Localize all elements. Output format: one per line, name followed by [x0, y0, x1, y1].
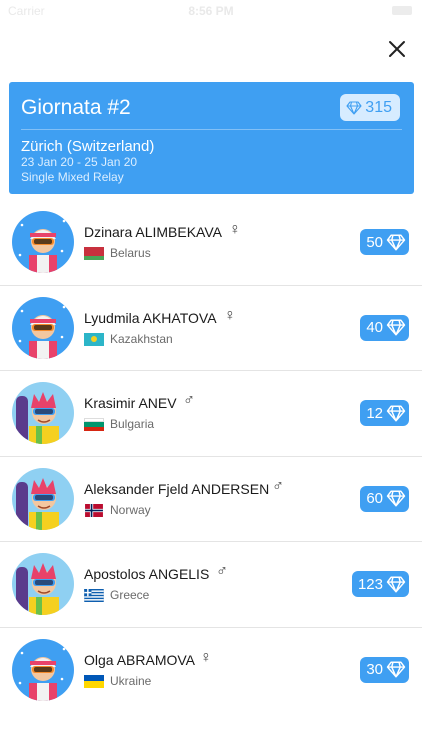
points-value: 30	[366, 661, 383, 678]
points-value: 60	[366, 490, 383, 507]
avatar	[12, 553, 74, 615]
close-button[interactable]	[384, 36, 410, 62]
athlete-name: Olga ABRAMOVA	[84, 651, 196, 668]
event-gems-value: 315	[365, 98, 392, 116]
flag-icon	[84, 503, 104, 517]
athlete-row[interactable]: Lyudmila AKHATOVA ♀ Kazakhstan 40	[0, 286, 422, 371]
male-symbol-icon: ♂	[183, 392, 195, 409]
athlete-name: Lyudmila AKHATOVA	[84, 309, 217, 326]
points-badge[interactable]: 40	[360, 314, 409, 341]
athlete-row[interactable]: Aleksander Fjeld ANDERSEN ♂ Norway 60	[0, 457, 422, 542]
event-divider	[21, 129, 402, 130]
event-title: Giornata #2	[21, 96, 131, 119]
event-dates: 23 Jan 20 - 25 Jan 20	[21, 155, 138, 169]
diamond-icon	[386, 575, 406, 593]
flag-icon	[84, 674, 104, 688]
diamond-icon	[386, 661, 406, 678]
athlete-name: Krasimir ANEV	[84, 395, 177, 411]
points-value: 12	[366, 404, 383, 422]
avatar	[12, 467, 74, 530]
male-symbol-icon: ♂	[272, 477, 284, 495]
athlete-country: Kazakhstan	[110, 331, 173, 346]
diamond-icon	[386, 404, 406, 422]
avatar	[12, 296, 74, 359]
athlete-country: Greece	[110, 588, 150, 602]
athlete-row[interactable]: Krasimir ANEV ♂ Bulgaria 12	[0, 371, 422, 457]
event-card: Giornata #2 315 Zürich (Switzerland) 23 …	[9, 82, 414, 194]
points-value: 50	[366, 233, 383, 251]
points-badge[interactable]: 12	[360, 400, 409, 426]
athlete-country: Belarus	[110, 246, 151, 260]
event-gems-badge: 315	[340, 94, 400, 121]
flag-icon	[84, 589, 104, 602]
diamond-icon	[386, 319, 406, 336]
points-badge[interactable]: 123	[351, 571, 409, 597]
status-time: 8:56 PM	[188, 4, 234, 18]
athlete-country: Bulgaria	[110, 417, 155, 431]
status-bar: Carrier 8:56 PM	[0, 0, 422, 22]
athlete-row[interactable]: Apostolos ANGELIS ♂ Greece 123	[0, 542, 422, 628]
points-badge[interactable]: 30	[360, 656, 409, 683]
avatar	[12, 638, 74, 701]
flag-icon	[84, 247, 104, 260]
male-symbol-icon: ♂	[216, 563, 228, 580]
diamond-icon	[386, 490, 406, 507]
female-symbol-icon: ♀	[229, 221, 241, 238]
event-race: Single Mixed Relay	[21, 170, 124, 184]
close-icon	[389, 41, 405, 57]
event-location: Zürich (Switzerland)	[21, 138, 155, 155]
points-value: 40	[366, 319, 383, 336]
athlete-name: Aleksander Fjeld ANDERSEN	[84, 480, 270, 497]
athlete-country: Ukraine	[110, 673, 152, 688]
female-symbol-icon: ♀	[200, 648, 212, 666]
athlete-list: Dzinara ALIMBEKAVA ♀ Belarus 50 Lyudmila…	[0, 200, 422, 713]
points-badge[interactable]: 60	[360, 485, 409, 512]
battery-icon	[392, 6, 412, 15]
flag-icon	[84, 418, 104, 431]
points-value: 123	[357, 575, 383, 593]
athlete-country: Norway	[110, 502, 151, 517]
points-badge[interactable]: 50	[360, 229, 409, 255]
female-symbol-icon: ♀	[224, 306, 236, 324]
avatar	[12, 211, 74, 273]
athlete-name: Apostolos ANGELIS	[84, 566, 210, 582]
diamond-icon	[346, 100, 362, 115]
athlete-row[interactable]: Dzinara ALIMBEKAVA ♀ Belarus 50	[0, 200, 422, 286]
athlete-name: Dzinara ALIMBEKAVA	[84, 224, 222, 240]
athlete-row[interactable]: Olga ABRAMOVA ♀ Ukraine 30	[0, 628, 422, 714]
diamond-icon	[386, 233, 406, 251]
avatar	[12, 382, 74, 444]
flag-icon	[84, 332, 104, 346]
